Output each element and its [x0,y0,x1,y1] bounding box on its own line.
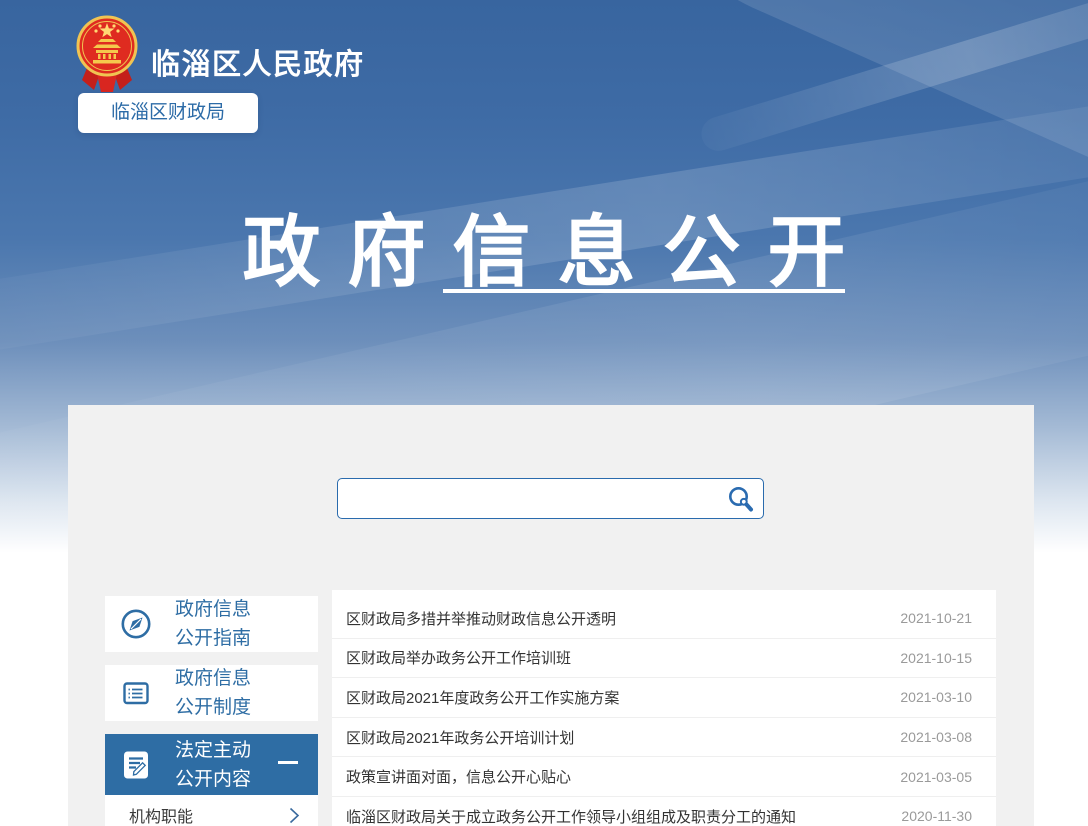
sidebar: 政府信息 公开指南 政府信息 公开制度 法定主动 公开内容 机构职能 [105,596,318,826]
clipboard-pencil-icon [118,747,154,783]
sidebar-item-label: 政府信息 公开制度 [175,668,252,718]
subitem-label: 机构职能 [129,809,194,826]
news-item-title[interactable]: 区财政局2021年政务公开培训计划 [346,727,574,748]
minus-icon[interactable] [278,761,298,764]
sidebar-item-label: 法定主动 公开内容 [175,739,252,790]
sidebar-item-statutory-disclosure[interactable]: 法定主动 公开内容 [105,734,318,795]
site-brand[interactable]: 临淄区人民政府 [75,14,365,98]
news-item-date: 2021-10-21 [900,610,972,627]
sidebar-subitem-org-functions[interactable]: 机构职能 [105,795,318,826]
news-item-date: 2021-10-15 [900,649,972,666]
chevron-right-icon [289,807,300,823]
search-input[interactable] [338,479,725,518]
page: 临淄区人民政府 临淄区财政局 政府信息公开 政府信息 公开指南 政府信息 公开制… [0,0,1088,826]
compass-icon [118,606,154,642]
news-item-title[interactable]: 临淄区财政局关于成立政务公开工作领导小组组成及职责分工的通知 [346,806,796,826]
news-item-title[interactable]: 区财政局举办政务公开工作培训班 [346,647,571,668]
news-item[interactable]: 区财政局举办政务公开工作培训班 2021-10-15 [332,639,996,679]
page-title: 政府信息公开 [242,208,873,296]
news-item[interactable]: 区财政局多措并举推动财政信息公开透明 2021-10-21 [332,599,996,639]
news-item-title[interactable]: 区财政局2021年度政务公开工作实施方案 [346,687,619,708]
sidebar-item-rules[interactable]: 政府信息 公开制度 [105,665,318,721]
department-tab[interactable]: 临淄区财政局 [78,93,258,133]
sidebar-item-label: 政府信息 公开指南 [175,599,252,649]
content-card: 政府信息 公开指南 政府信息 公开制度 法定主动 公开内容 机构职能 区财政局多… [68,405,1034,826]
news-item[interactable]: 政策宣讲面对面，信息公开心贴心 2021-03-05 [332,757,996,797]
news-item-title[interactable]: 区财政局多措并举推动财政信息公开透明 [346,608,616,629]
national-emblem-icon [76,15,138,92]
site-name: 临淄区人民政府 [151,49,365,81]
title-underline [443,289,845,293]
news-item-title[interactable]: 政策宣讲面对面，信息公开心贴心 [346,766,571,787]
news-list: 区财政局多措并举推动财政信息公开透明 2021-10-21 区财政局举办政务公开… [332,590,996,826]
news-item[interactable]: 区财政局2021年度政务公开工作实施方案 2021-03-10 [332,678,996,718]
news-item[interactable]: 临淄区财政局关于成立政务公开工作领导小组组成及职责分工的通知 2020-11-3… [332,797,996,826]
search-box [337,478,764,519]
sidebar-item-guide[interactable]: 政府信息 公开指南 [105,596,318,652]
search-icon[interactable] [725,483,757,515]
news-item-date: 2020-11-30 [901,808,972,825]
document-lines-icon [118,675,154,711]
news-item-date: 2021-03-05 [900,768,972,785]
news-item[interactable]: 区财政局2021年政务公开培训计划 2021-03-08 [332,718,996,758]
news-item-date: 2021-03-08 [900,729,972,746]
news-item-date: 2021-03-10 [900,689,972,706]
